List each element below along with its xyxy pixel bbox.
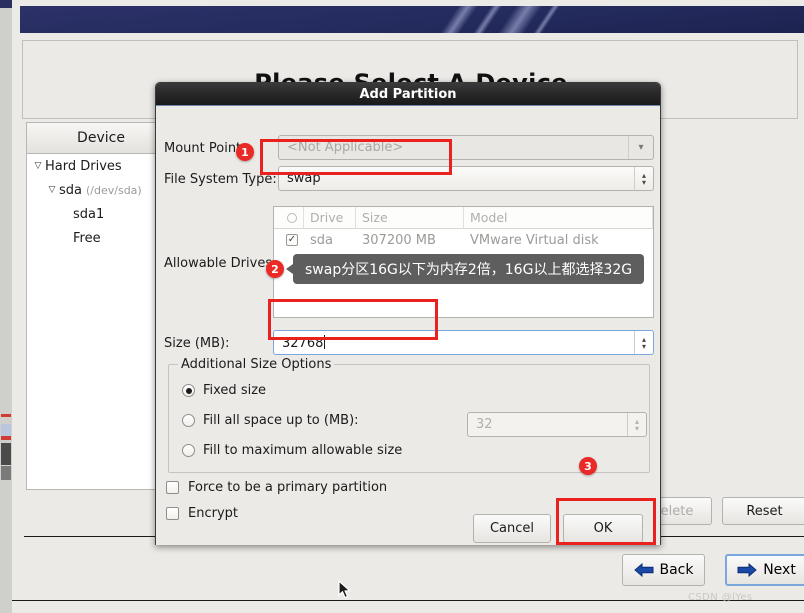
mount-point-value: <Not Applicable>: [287, 140, 404, 155]
next-button[interactable]: Next: [725, 554, 804, 586]
drives-select-column-header[interactable]: [274, 207, 304, 228]
chevron-down-icon[interactable]: ▽: [31, 161, 45, 171]
tree-item-label: sda: [59, 182, 82, 198]
fill-up-to-value: 32: [476, 417, 493, 432]
up-down-chevron-icon[interactable]: ▴ ▾: [634, 167, 653, 190]
cancel-button[interactable]: Cancel: [473, 514, 551, 543]
device-column-header: Device: [27, 123, 175, 154]
back-button[interactable]: Back: [622, 554, 705, 586]
tree-item-hard-drives[interactable]: ▽ Hard Drives: [27, 154, 175, 178]
radio-selected-icon[interactable]: [182, 384, 195, 397]
radio-fixed-size[interactable]: Fixed size: [182, 383, 266, 398]
checkbox-icon[interactable]: [166, 481, 179, 494]
drives-table-header: Drive Size Model: [274, 207, 653, 229]
radio-fill-all-space-up-to[interactable]: Fill all space up to (MB):: [182, 413, 359, 428]
size-mb-label: Size (MB):: [164, 336, 230, 351]
back-button-label: Back: [659, 562, 694, 578]
sliver-accent-5: [1, 466, 11, 480]
dialog-action-bar: Cancel OK: [156, 514, 660, 558]
mouse-cursor: [338, 579, 352, 604]
reset-button[interactable]: Reset: [722, 497, 804, 525]
checkbox-force-primary-partition[interactable]: Force to be a primary partition: [166, 480, 387, 495]
tree-item-label: Hard Drives: [45, 158, 122, 174]
mount-point-label: Mount Point:: [164, 141, 246, 156]
installer-banner: [20, 6, 804, 33]
tooltip-text: swap分区16G以下为内存2倍，16G以上都选择32G: [305, 262, 633, 278]
radio-icon[interactable]: [182, 414, 195, 427]
annotation-badge-2: 2: [266, 260, 284, 278]
tree-item-label: Free: [73, 230, 101, 246]
sliver-accent-3: [1, 436, 11, 440]
add-partition-dialog: Add Partition Mount Point: <Not Applicab…: [155, 82, 661, 545]
divider: [12, 600, 804, 601]
chevron-down-icon[interactable]: ▾: [628, 136, 653, 159]
annotation-badge-1: 1: [236, 143, 254, 161]
drives-column-header-model[interactable]: Model: [464, 207, 653, 228]
tree-item-label: sda1: [73, 206, 105, 222]
tree-item-sda1[interactable]: sda1: [27, 202, 175, 226]
file-system-type-combo[interactable]: swap ▴ ▾: [278, 166, 654, 191]
text-caret: [324, 334, 326, 349]
dialog-body: Mount Point: <Not Applicable> ▾ File Sys…: [156, 105, 660, 545]
size-spinner-icon[interactable]: ▴ ▾: [634, 331, 653, 354]
drive-size: 307200 MB: [362, 232, 436, 248]
tree-item-free[interactable]: Free: [27, 226, 175, 250]
tree-item-detail: (/dev/sda): [86, 183, 142, 197]
dialog-title: Add Partition: [359, 86, 457, 102]
checkbox-checked-icon[interactable]: ✓: [286, 234, 298, 246]
chevron-down-icon[interactable]: ▽: [45, 185, 59, 195]
fill-up-to-input: 32 ▴ ▾: [467, 412, 647, 437]
arrow-right-icon: [737, 563, 757, 577]
sliver-accent-1: [1, 414, 11, 417]
checkbox-label: Force to be a primary partition: [188, 480, 388, 495]
additional-size-options-label: Additional Size Options: [178, 357, 335, 372]
ok-button[interactable]: OK: [563, 514, 643, 543]
tooltip-callout: swap分区16G以下为内存2倍，16G以上都选择32G: [285, 254, 645, 284]
sliver-accent-2: [1, 424, 11, 436]
size-mb-input[interactable]: 32768 ▴ ▾: [273, 330, 654, 355]
tree-item-sda[interactable]: ▽ sda (/dev/sda): [27, 178, 175, 202]
radio-icon[interactable]: [286, 212, 297, 223]
radio-fill-to-maximum[interactable]: Fill to maximum allowable size: [182, 443, 402, 458]
fill-up-to-spinner-icon: ▴ ▾: [627, 413, 646, 436]
annotation-badge-3: 3: [579, 457, 597, 475]
radio-label: Fill all space up to (MB):: [203, 413, 359, 428]
sliver-banner: [0, 0, 12, 8]
dialog-titlebar: Add Partition: [156, 83, 660, 105]
radio-icon[interactable]: [182, 444, 195, 457]
radio-label: Fixed size: [203, 383, 267, 398]
sliver-accent-4: [1, 443, 11, 465]
allowable-drives-label: Allowable Drives:: [164, 256, 277, 271]
drive-model: VMware Virtual disk: [470, 232, 599, 248]
radio-label: Fill to maximum allowable size: [203, 443, 403, 458]
mount-point-combo[interactable]: <Not Applicable> ▾: [278, 135, 654, 160]
file-system-type-label: File System Type:: [164, 172, 277, 187]
drives-column-header-size[interactable]: Size: [356, 207, 464, 228]
next-button-label: Next: [763, 562, 796, 578]
drive-name: sda: [310, 232, 333, 248]
size-mb-value: 32768: [282, 335, 324, 351]
arrow-left-icon: [633, 563, 654, 577]
drives-column-header-drive[interactable]: Drive: [304, 207, 356, 228]
device-tree-panel: Device ▽ Hard Drives ▽ sda (/dev/sda) sd…: [26, 122, 176, 490]
file-system-type-value: swap: [287, 171, 321, 186]
watermark: CSDN @lYes: [688, 592, 753, 603]
drive-checkbox[interactable]: ✓: [274, 234, 304, 246]
table-row[interactable]: ✓ sda 307200 MB VMware Virtual disk: [274, 229, 653, 251]
